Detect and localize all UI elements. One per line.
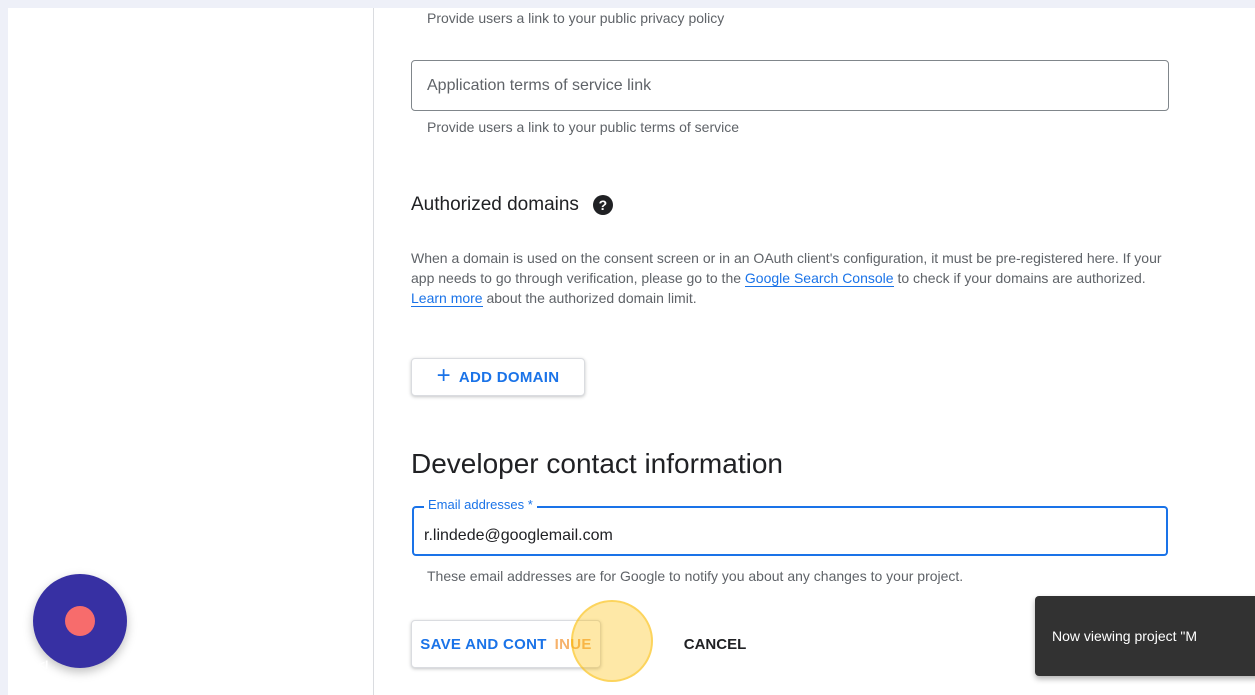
privacy-policy-helper: Provide users a link to your public priv… (427, 10, 725, 26)
email-addresses-field[interactable]: Email addresses * (412, 497, 1168, 556)
terms-of-service-helper: Provide users a link to your public term… (427, 119, 740, 135)
save-and-continue-button[interactable]: SAVE AND CONT INUE (411, 620, 601, 668)
desc-text-3: about the authorized domain limit. (482, 290, 697, 306)
question-circle-icon[interactable]: ? (592, 195, 613, 215)
google-search-console-link[interactable]: Google Search Console (744, 270, 894, 287)
app-frame: Provide users a link to your public priv… (8, 8, 1255, 695)
add-domain-label: ADD DOMAIN (458, 368, 560, 386)
save-label-part2: INUE (554, 635, 592, 653)
project-snackbar: Now viewing project "M (1035, 596, 1255, 676)
desc-text-2: to check if your domains are authorized. (893, 270, 1146, 286)
collapse-toggle[interactable]: <I (38, 658, 48, 672)
oauth-consent-form: Provide users a link to your public priv… (375, 8, 1255, 695)
snackbar-message: Now viewing project "M (1052, 628, 1198, 644)
authorized-domains-title: Authorized domains (411, 194, 579, 215)
terms-of-service-field[interactable] (411, 60, 1169, 111)
add-domain-button[interactable]: + ADD DOMAIN (411, 358, 585, 396)
terms-of-service-input[interactable] (412, 61, 1168, 110)
record-dot-icon (65, 606, 95, 636)
authorized-domains-heading: Authorized domains ? (411, 194, 613, 216)
email-addresses-label: Email addresses * (424, 497, 537, 512)
save-label-part1: SAVE AND CONT (420, 635, 547, 653)
email-addresses-helper: These email addresses are for Google to … (427, 568, 964, 584)
record-button[interactable] (33, 574, 127, 668)
developer-contact-heading: Developer contact information (411, 448, 783, 479)
learn-more-link[interactable]: Learn more (411, 290, 483, 307)
authorized-domains-description: When a domain is used on the consent scr… (411, 248, 1173, 308)
cancel-button[interactable]: CANCEL (665, 620, 765, 668)
email-addresses-input[interactable] (414, 518, 1166, 554)
plus-icon: + (436, 362, 451, 389)
